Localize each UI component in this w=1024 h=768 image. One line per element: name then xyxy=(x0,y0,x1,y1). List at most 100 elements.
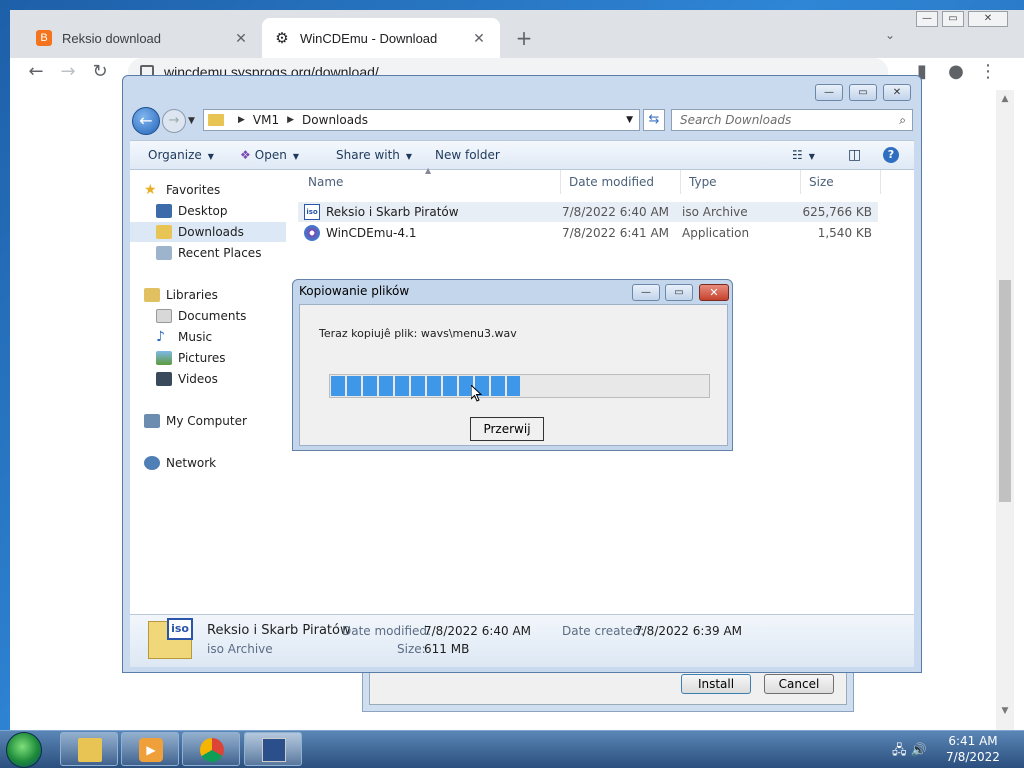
copy-progress-dialog: Kopiowanie plików — ▭ ✕ Teraz kopiujê pl… xyxy=(292,279,733,451)
organize-button[interactable]: Organize ▼ xyxy=(148,141,214,169)
minimize-button[interactable]: — xyxy=(916,11,938,27)
clock[interactable]: 6:41 AM 7/8/2022 xyxy=(940,733,1006,765)
gear-icon: ⚙ xyxy=(275,30,289,47)
tab-reksio-download[interactable]: B Reksio download ✕ xyxy=(24,18,262,58)
new-folder-button[interactable]: New folder xyxy=(435,141,500,169)
abort-button[interactable]: Przerwij xyxy=(470,417,544,441)
forward-button[interactable]: → xyxy=(162,109,186,133)
back-button[interactable]: ← xyxy=(132,107,160,135)
details-pane: iso Reksio i Skarb Piratów iso Archive D… xyxy=(130,614,914,667)
close-tab-icon[interactable]: ✕ xyxy=(470,30,488,47)
breadcrumb-downloads[interactable]: Downloads xyxy=(302,113,368,127)
close-window-button[interactable]: ✕ xyxy=(968,11,1008,27)
nav-my-computer[interactable]: My Computer xyxy=(144,411,300,431)
tray-icons[interactable]: 🖧 🔊 xyxy=(892,741,927,763)
taskbar-explorer[interactable] xyxy=(60,732,118,766)
file-type: Application xyxy=(682,226,750,240)
command-bar: Organize ▼ ❖ Open ▼ Share with ▼ New folder … xyxy=(130,140,914,170)
nav-network[interactable]: Network xyxy=(144,453,300,473)
nav-documents[interactable]: Documents xyxy=(156,306,312,326)
nav-libraries[interactable]: Libraries xyxy=(144,285,300,305)
breadcrumb-vm1[interactable]: VM1 xyxy=(253,113,279,127)
file-name: Reksio i Skarb Piratów xyxy=(326,205,459,219)
nav-favorites[interactable]: ★ Favorites xyxy=(144,180,300,200)
taskbar-chrome[interactable] xyxy=(182,732,240,766)
taskbar-installer[interactable] xyxy=(244,732,302,766)
preview-pane-icon[interactable]: ◫ xyxy=(848,141,861,169)
file-row-reksio[interactable]: iso Reksio i Skarb Piratów 7/8/2022 6:40… xyxy=(298,202,878,222)
tab-wincdemu-download[interactable]: ⚙ WinCDEmu - Download ✕ xyxy=(262,18,500,58)
details-date-created: 7/8/2022 6:39 AM xyxy=(635,624,743,638)
menu-icon[interactable]: ⋮ xyxy=(976,60,1000,84)
chevron-right-icon[interactable]: ▶ xyxy=(287,115,294,125)
reload-icon[interactable]: ↻ xyxy=(88,60,112,84)
profile-icon[interactable]: ● xyxy=(944,60,968,84)
details-size-label: Size: xyxy=(397,642,426,656)
details-name: Reksio i Skarb Piratów xyxy=(207,623,351,638)
clock-date: 7/8/2022 xyxy=(946,750,1000,764)
tab-search-icon[interactable]: ⌄ xyxy=(885,28,895,42)
iso-archive-icon: iso xyxy=(148,618,193,659)
refresh-icon[interactable]: ⇆ xyxy=(643,109,665,131)
column-header-date[interactable]: Date modified xyxy=(561,170,681,194)
address-dropdown-icon[interactable]: ▼ xyxy=(626,115,633,125)
scroll-up-icon[interactable]: ▲ xyxy=(999,94,1011,106)
chrome-icon xyxy=(200,738,224,762)
nav-pictures[interactable]: Pictures xyxy=(156,348,312,368)
open-button[interactable]: ❖ Open ▼ xyxy=(240,141,299,169)
close-button[interactable]: ✕ xyxy=(699,284,729,301)
search-placeholder: Search Downloads xyxy=(680,113,792,127)
sort-ascending-icon: ▲ xyxy=(425,166,432,175)
nav-recent-places[interactable]: Recent Places xyxy=(156,243,312,263)
close-tab-icon[interactable]: ✕ xyxy=(232,30,250,47)
scroll-down-icon[interactable]: ▼ xyxy=(999,706,1011,718)
cancel-button[interactable]: Cancel xyxy=(764,674,834,694)
blogger-icon: B xyxy=(36,30,52,46)
tab-title: WinCDEmu - Download xyxy=(300,30,438,46)
view-options-icon[interactable]: ☷ ▼ xyxy=(792,141,815,169)
install-button[interactable]: Install xyxy=(681,674,751,694)
address-bar[interactable]: ▶ VM1 ▶ Downloads ▼ xyxy=(203,109,640,131)
start-button[interactable] xyxy=(6,732,42,768)
dialog-body: Teraz kopiujê plik: wavs\menu3.wav Przer… xyxy=(299,304,728,446)
restore-button[interactable]: ▭ xyxy=(665,284,693,301)
scroll-thumb[interactable] xyxy=(999,280,1011,502)
details-size: 611 MB xyxy=(424,642,470,656)
media-player-icon: ▶ xyxy=(139,738,163,762)
file-size: 1,540 KB xyxy=(817,226,872,240)
restore-button[interactable]: ▭ xyxy=(942,11,964,27)
taskbar-media-player[interactable]: ▶ xyxy=(121,732,179,766)
history-dropdown-icon[interactable]: ▼ xyxy=(188,116,195,126)
search-icon: ⌕ xyxy=(899,113,906,127)
restore-button[interactable]: ▭ xyxy=(849,84,877,101)
pictures-icon xyxy=(156,351,172,365)
nav-desktop[interactable]: Desktop xyxy=(156,201,312,221)
minimize-button[interactable]: — xyxy=(632,284,660,301)
back-icon[interactable]: ← xyxy=(24,60,48,84)
minimize-button[interactable]: — xyxy=(815,84,843,101)
share-with-button[interactable]: Share with ▼ xyxy=(336,141,412,169)
videos-icon xyxy=(156,372,172,386)
new-tab-button[interactable]: + xyxy=(510,24,538,52)
column-header-type[interactable]: Type xyxy=(681,170,801,194)
nav-videos[interactable]: Videos xyxy=(156,369,312,389)
network-icon xyxy=(144,456,160,470)
details-date-modified: 7/8/2022 6:40 AM xyxy=(424,624,532,638)
chevron-right-icon[interactable]: ▶ xyxy=(238,115,245,125)
music-icon: ♪ xyxy=(156,329,165,345)
nav-downloads[interactable]: Downloads xyxy=(130,222,286,242)
column-header-size[interactable]: Size xyxy=(801,170,881,194)
search-input[interactable]: Search Downloads ⌕ xyxy=(671,109,913,131)
iso-file-icon: iso xyxy=(304,204,320,220)
nav-music[interactable]: ♪ Music xyxy=(156,327,312,347)
taskbar: ▶ 🖧 🔊 6:41 AM 7/8/2022 xyxy=(0,730,1024,768)
copy-progress-bar xyxy=(329,374,710,398)
folder-icon xyxy=(78,738,102,762)
file-type: iso Archive xyxy=(682,205,748,219)
file-row-wincdemu[interactable]: WinCDEmu-4.1 7/8/2022 6:41 AM Applicatio… xyxy=(298,223,878,243)
close-button[interactable]: ✕ xyxy=(883,84,911,101)
page-scrollbar[interactable]: ▲ ▼ xyxy=(996,90,1014,730)
forward-icon[interactable]: → xyxy=(56,60,80,84)
navigation-pane: ★ Favorites Desktop Downloads Recent Plac… xyxy=(130,170,291,614)
help-icon[interactable]: ? xyxy=(883,147,899,163)
